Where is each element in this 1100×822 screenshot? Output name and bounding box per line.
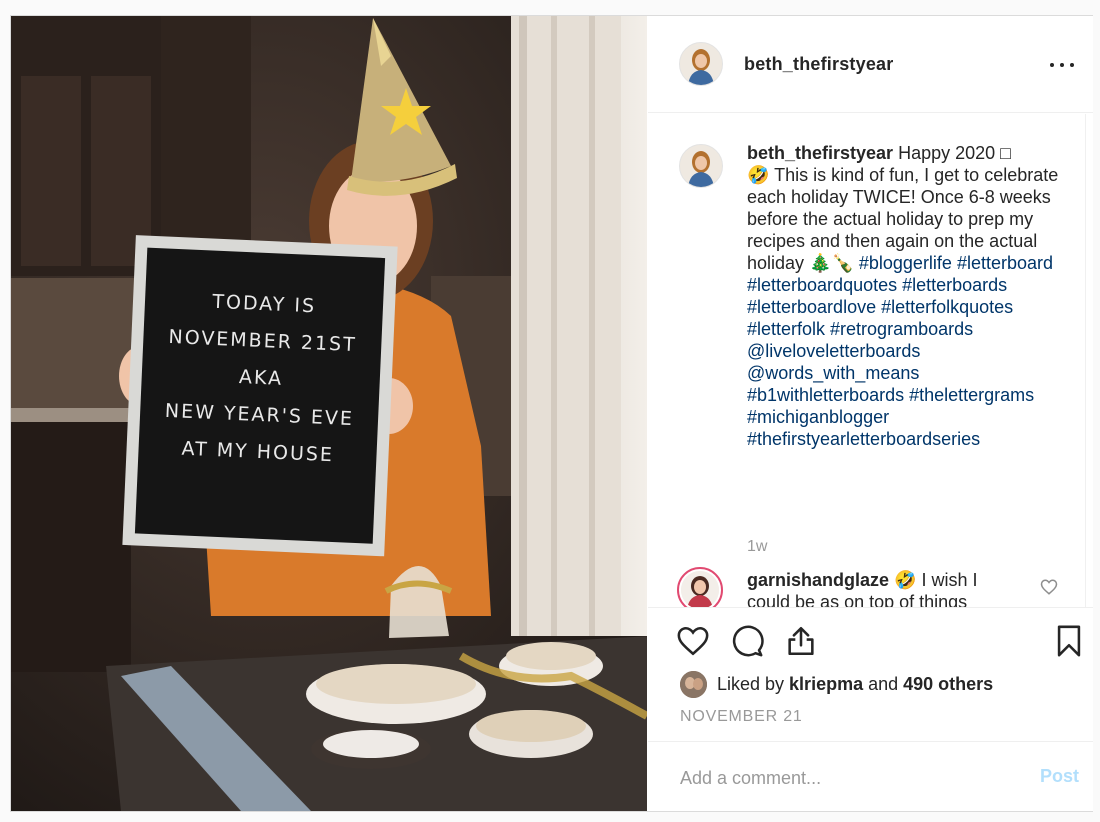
liker-avatar-image: [680, 671, 707, 698]
post-comment-button[interactable]: Post: [1040, 766, 1079, 787]
commenter-avatar[interactable]: [677, 567, 723, 607]
add-comment-bar: Post: [648, 741, 1093, 811]
post-photo[interactable]: TODAY IS NOVEMBER 21ST AKA NEW YEAR'S EV…: [11, 16, 647, 811]
likes-text: Liked by klriepma and 490 others: [717, 674, 993, 695]
author-username[interactable]: beth_thefirstyear: [744, 54, 893, 75]
author-avatar-image: [680, 43, 722, 85]
commenter-username[interactable]: garnishandglaze: [747, 570, 889, 590]
likes-user[interactable]: klriepma: [789, 674, 863, 694]
post-date[interactable]: NOVEMBER 21: [680, 708, 803, 726]
comment-like-heart-icon[interactable]: [1040, 578, 1058, 596]
comment-text: garnishandglaze 🤣 I wish I could be as o…: [747, 569, 1022, 607]
comment-icon[interactable]: [730, 624, 764, 658]
comments-scrollbar[interactable]: [1085, 114, 1089, 607]
caption-avatar[interactable]: [679, 144, 723, 188]
caption-age[interactable]: 1w: [747, 538, 767, 556]
heart-icon[interactable]: [676, 624, 710, 658]
likes-prefix: Liked by: [717, 674, 790, 694]
instagram-post: TODAY IS NOVEMBER 21ST AKA NEW YEAR'S EV…: [10, 15, 1093, 812]
post-side-panel: beth_thefirstyear beth_thefirstyear Happ…: [648, 16, 1093, 811]
add-comment-input[interactable]: [680, 765, 1010, 791]
author-avatar[interactable]: [679, 42, 723, 86]
caption-avatar-image: [680, 145, 722, 187]
caption-text: beth_thefirstyear Happy 2020 □ 🤣 This is…: [747, 142, 1067, 450]
likes-and: and: [863, 674, 904, 694]
commenter-avatar-image: [681, 571, 719, 607]
post-header: beth_thefirstyear: [648, 16, 1093, 113]
caption-hashtags[interactable]: #bloggerlife #letterboard #letterboardqu…: [747, 253, 1053, 449]
letterboard-text: TODAY IS NOVEMBER 21ST AKA NEW YEAR'S EV…: [164, 290, 358, 467]
comments-section[interactable]: beth_thefirstyear Happy 2020 □ 🤣 This is…: [648, 114, 1093, 608]
likes-others[interactable]: 490 others: [903, 674, 993, 694]
share-icon[interactable]: [784, 624, 818, 658]
more-horizontal-icon[interactable]: [1048, 54, 1076, 74]
post-actions: [648, 620, 1093, 662]
bookmark-icon[interactable]: [1052, 624, 1086, 658]
caption-username[interactable]: beth_thefirstyear: [747, 143, 893, 163]
liker-avatar[interactable]: [680, 671, 707, 698]
